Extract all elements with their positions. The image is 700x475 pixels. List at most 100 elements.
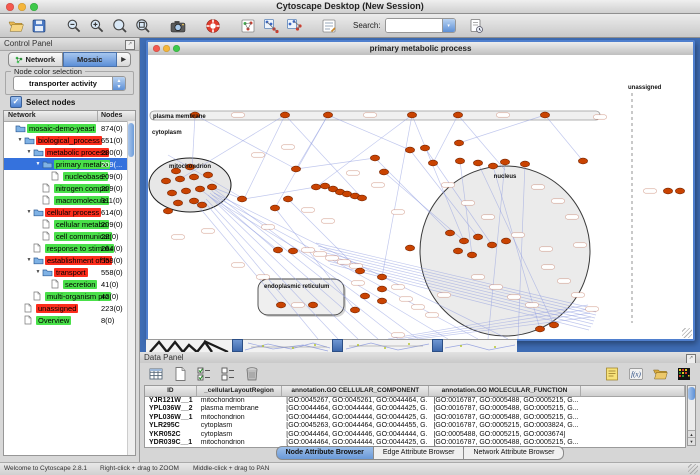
minimize-button[interactable] (18, 3, 26, 11)
select-attrs-button[interactable] (194, 364, 214, 384)
network-graph[interactable]: plasma membranecytoplasmmitochondrionnuc… (148, 55, 693, 339)
background-window-edge[interactable] (232, 339, 243, 352)
network-node[interactable] (276, 302, 285, 308)
tree-row[interactable]: ▼establishment of lo558(0) (4, 254, 135, 266)
node-color-dropdown[interactable]: transporter activity ▲▼ (13, 76, 126, 91)
tree-row[interactable]: cellular metabo209(0) (4, 218, 135, 230)
tree-row[interactable]: mosaic-demo-yeast874(0) (4, 122, 135, 134)
network-node[interactable] (535, 326, 544, 332)
tree-row[interactable]: macromolecule311(0) (4, 194, 135, 206)
select-nodes-checkbox[interactable]: ✓ (10, 96, 22, 108)
network-node[interactable] (459, 238, 468, 244)
network-node[interactable] (407, 112, 416, 118)
expander-icon[interactable]: ▼ (34, 269, 42, 275)
network-node[interactable] (357, 195, 366, 201)
network-node[interactable] (420, 145, 429, 151)
tree-row[interactable]: response to stimulu264(0) (4, 242, 135, 254)
network-node[interactable] (181, 188, 190, 194)
tree-row[interactable]: nitrogen compo209(0) (4, 182, 135, 194)
tab-network[interactable]: Network (8, 52, 63, 67)
network-window-titlebar[interactable]: primary metabolic process (148, 42, 693, 56)
network-window[interactable]: primary metabolic process plasma membran… (146, 40, 695, 341)
network-node[interactable] (473, 234, 482, 240)
table-row[interactable]: YLR295Ccytoplasm[GO:0045263, GO:0044464,… (145, 422, 685, 430)
network-node[interactable] (445, 230, 454, 236)
table-row[interactable]: YJR121W__1mitochondrion[GO:0045267, GO:0… (145, 397, 685, 405)
new-doc-button[interactable] (170, 364, 190, 384)
table-row[interactable]: YPL036W__2plasma membrane[GO:0044464, GO… (145, 405, 685, 413)
tree-row[interactable]: ▼metabolic process280(0) (4, 146, 135, 158)
expander-icon[interactable]: ▼ (16, 137, 24, 143)
expander-icon[interactable]: ▼ (25, 209, 33, 215)
expander-icon[interactable]: ▼ (34, 161, 42, 167)
tab-network-attribute-browser[interactable]: Network Attribute Browser (464, 446, 564, 460)
node-color-dropdown-button[interactable]: ▲▼ (112, 77, 125, 90)
network-node[interactable] (189, 174, 198, 180)
network-node[interactable] (163, 208, 172, 214)
network-node[interactable] (308, 302, 317, 308)
tab-overflow-button[interactable]: ▶ (117, 52, 131, 67)
network-node[interactable] (487, 242, 496, 248)
vizmapper-a-button[interactable] (261, 16, 281, 36)
fx-button[interactable]: f(x) (626, 364, 646, 384)
tab-edge-attribute-browser[interactable]: Edge Attribute Browser (374, 446, 465, 460)
network-node[interactable] (323, 112, 332, 118)
heatmap-button[interactable] (674, 364, 694, 384)
open-folder-button[interactable] (6, 16, 26, 36)
network-node[interactable] (578, 158, 587, 164)
network-node[interactable] (377, 286, 386, 292)
table-scrollbar[interactable]: ▲ ▼ (687, 385, 696, 446)
background-window-edge[interactable] (432, 339, 443, 352)
snapshot-button[interactable] (168, 16, 188, 36)
frame-close-button[interactable] (153, 45, 160, 52)
vizmapper-b-button[interactable] (284, 16, 304, 36)
column-header[interactable]: ID (145, 386, 197, 396)
frame-zoom-button[interactable] (173, 45, 180, 52)
tree-row[interactable]: cell communicat22(0) (4, 230, 135, 242)
network-node[interactable] (197, 202, 206, 208)
network-node[interactable] (405, 147, 414, 153)
network-node[interactable] (500, 159, 509, 165)
tree-row[interactable]: nucleobase-209(0) (4, 170, 135, 182)
trash-button[interactable] (242, 364, 262, 384)
network-node[interactable] (663, 188, 672, 194)
column-header[interactable]: _cellularLayoutRegion (197, 386, 283, 396)
tree-row[interactable]: secretion41(0) (4, 278, 135, 290)
tree-row[interactable]: ▼primary metabo209(... (4, 158, 135, 170)
tree-row[interactable]: ▼biological_process651(0) (4, 134, 135, 146)
network-node[interactable] (207, 184, 216, 190)
network-node[interactable] (675, 188, 684, 194)
table-row[interactable]: YPL036W__1mitochondrion[GO:0044464, GO:0… (145, 414, 685, 422)
layout-button[interactable] (238, 16, 258, 36)
network-canvas[interactable]: plasma membranecytoplasmmitochondrionnuc… (148, 55, 693, 339)
network-node[interactable] (291, 166, 300, 172)
network-node[interactable] (360, 293, 369, 299)
network-node[interactable] (280, 112, 289, 118)
annotation-button[interactable] (466, 16, 486, 36)
network-node[interactable] (355, 268, 364, 274)
frame-minimize-button[interactable] (163, 45, 170, 52)
network-node[interactable] (549, 322, 558, 328)
table-scrollbar-thumb[interactable] (688, 387, 695, 400)
tree-scrollbar-thumb[interactable] (128, 123, 134, 157)
tree-scrollbar[interactable] (127, 121, 135, 455)
frame-resize-grip[interactable] (682, 328, 692, 338)
table-row[interactable]: YKR052Ccytoplasm[GO:0044464, GO:0044446,… (145, 431, 685, 439)
tab-mosaic[interactable]: Mosaic (63, 52, 118, 67)
network-node[interactable] (377, 298, 386, 304)
help-ring-button[interactable] (203, 16, 223, 36)
save-button[interactable] (29, 16, 49, 36)
zoom-fit-button[interactable] (133, 16, 153, 36)
search-dropdown-button[interactable]: ▾ (442, 19, 455, 32)
search-input[interactable] (386, 19, 442, 32)
network-node[interactable] (370, 155, 379, 161)
network-node[interactable] (405, 245, 414, 251)
background-window-sliver[interactable] (343, 339, 432, 352)
background-window-sliver[interactable] (243, 339, 332, 352)
float-panel-icon[interactable]: ↗ (125, 40, 135, 50)
window-titlebar[interactable]: Cytoscape Desktop (New Session) (0, 0, 700, 14)
network-node[interactable] (195, 186, 204, 192)
tree-column-divider[interactable] (97, 111, 98, 121)
background-window-edge[interactable] (332, 339, 343, 352)
expander-icon[interactable]: ▼ (25, 257, 33, 263)
